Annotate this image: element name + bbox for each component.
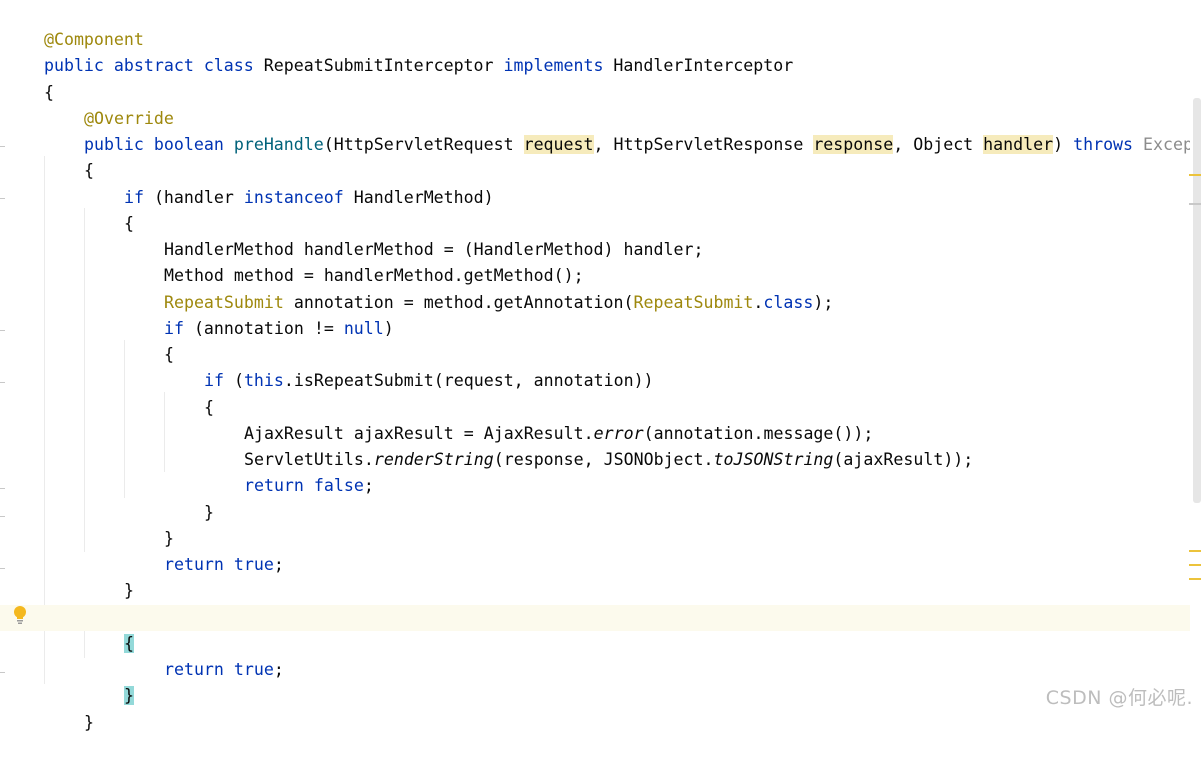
fold-marker[interactable]	[0, 330, 5, 331]
code-line[interactable]: }	[84, 552, 1201, 600]
code-line[interactable]: public abstract class RepeatSubmitInterc…	[4, 27, 1194, 75]
vertical-scrollbar[interactable]	[1189, 0, 1201, 714]
fold-marker[interactable]	[0, 198, 5, 199]
fold-marker[interactable]	[0, 516, 5, 517]
fold-marker[interactable]	[0, 568, 5, 569]
code-line[interactable]: {	[4, 54, 1194, 102]
fold-marker[interactable]	[0, 146, 5, 147]
code-line[interactable]: Method method = handlerMethod.getMethod(…	[124, 237, 1201, 285]
code-line[interactable]: RepeatSubmit annotation = method.getAnno…	[124, 264, 1201, 312]
code-line[interactable]: return false;	[204, 447, 1201, 495]
code-line[interactable]: if (this.isRepeatSubmit(request, annotat…	[164, 342, 1201, 390]
code-line[interactable]: }	[44, 684, 1201, 732]
code-line[interactable]: }	[84, 657, 1201, 705]
code-line[interactable]: {	[124, 316, 1201, 364]
fold-marker[interactable]	[0, 488, 5, 489]
code-line[interactable]: AjaxResult ajaxResult = AjaxResult.error…	[204, 395, 1201, 443]
code-line[interactable]: ServletUtils.renderString(response, JSON…	[204, 421, 1201, 469]
brace: }	[83, 713, 94, 732]
warning-marker[interactable]	[1189, 564, 1201, 566]
code-line[interactable]: {	[164, 369, 1201, 417]
code-line[interactable]: return true;	[124, 631, 1201, 679]
code-line[interactable]: {	[84, 185, 1201, 233]
code-line[interactable]: public boolean preHandle(HttpServletRequ…	[44, 106, 1201, 154]
code-line[interactable]: }	[164, 474, 1201, 522]
watermark: CSDN @何必呢.	[1045, 687, 1193, 709]
code-line[interactable]: @Component	[4, 1, 1194, 49]
warning-marker[interactable]	[1189, 174, 1201, 176]
info-marker[interactable]	[1189, 203, 1201, 205]
fold-marker[interactable]	[0, 382, 5, 383]
fold-marker[interactable]	[0, 672, 5, 673]
code-line[interactable]: if (handler instanceof HandlerMethod)	[84, 159, 1201, 207]
code-editor[interactable]: @Component public abstract class RepeatS…	[0, 0, 1201, 732]
code-line[interactable]: if (annotation != null)	[124, 290, 1201, 338]
current-line[interactable]: {	[0, 605, 1190, 653]
scroll-thumb[interactable]	[1193, 98, 1201, 503]
code-line[interactable]: }	[124, 500, 1201, 548]
code-line[interactable]: else	[84, 579, 1201, 627]
warning-marker[interactable]	[1189, 578, 1201, 580]
code-line[interactable]: return true;	[124, 526, 1201, 574]
code-line[interactable]: @Override	[44, 80, 1201, 128]
warning-marker[interactable]	[1189, 550, 1201, 552]
code-line[interactable]: {	[44, 132, 1201, 180]
code-line[interactable]: HandlerMethod handlerMethod = (HandlerMe…	[124, 211, 1201, 259]
lightbulb-icon[interactable]	[12, 605, 28, 625]
